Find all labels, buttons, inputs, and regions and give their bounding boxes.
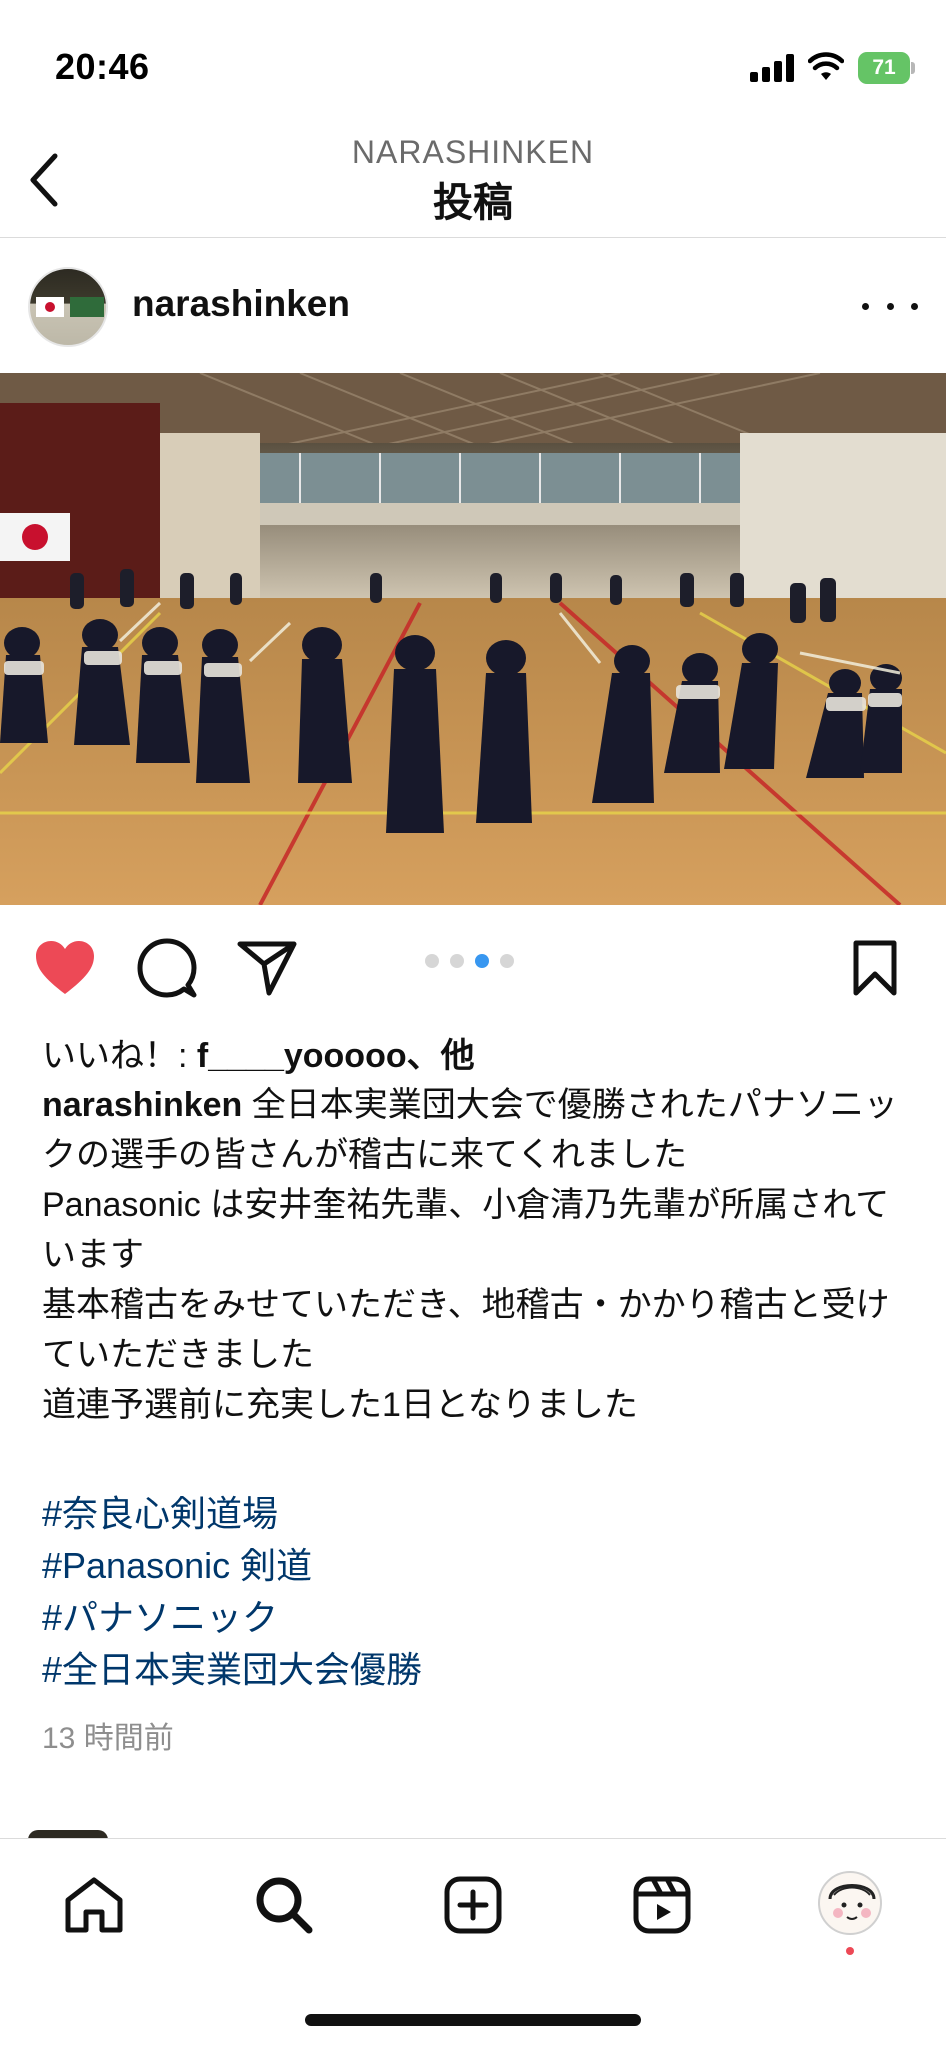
plus-square-icon [444, 1876, 502, 1934]
send-icon [237, 941, 297, 996]
hashtag-link[interactable]: #奈良心剣道場 [42, 1488, 422, 1540]
tab-create[interactable] [433, 1865, 513, 1945]
post-author-row: narashinken [0, 239, 946, 373]
home-icon [65, 1877, 123, 1933]
wifi-icon [808, 52, 844, 80]
carousel-indicator [425, 954, 514, 968]
caption-username[interactable]: narashinken [42, 1086, 242, 1124]
more-options-button[interactable] [862, 291, 918, 321]
comment-button[interactable] [134, 935, 200, 1001]
battery-indicator: 71 [858, 52, 916, 84]
author-username[interactable]: narashinken [132, 283, 350, 325]
more-horizontal-icon [862, 302, 869, 310]
reels-icon [633, 1876, 691, 1934]
page-title: 投稿 [433, 181, 513, 225]
carousel-dot [500, 954, 514, 968]
heart-filled-icon [36, 941, 94, 994]
post-photo[interactable] [0, 373, 946, 905]
status-time: 20:46 [55, 46, 150, 87]
hashtag-link[interactable]: #全日本実業団大会優勝 [42, 1644, 422, 1696]
cellular-signal-icon [750, 54, 796, 82]
likes-prefix: いいね！: [42, 1037, 197, 1075]
bookmark-icon [853, 940, 897, 996]
search-icon [256, 1877, 313, 1934]
tab-reels[interactable] [622, 1865, 702, 1945]
likes-user[interactable]: f____yooooo [197, 1037, 407, 1075]
hashtag-list: #奈良心剣道場 #Panasonic 剣道 #パナソニック #全日本実業団大会優… [42, 1488, 422, 1696]
comment-icon [137, 938, 197, 998]
hashtag-link[interactable]: #Panasonic 剣道 [42, 1540, 422, 1592]
carousel-dot [450, 954, 464, 968]
battery-level: 71 [858, 52, 910, 84]
carousel-dot-active [475, 954, 489, 968]
share-button[interactable] [234, 935, 300, 1001]
like-button[interactable] [32, 935, 98, 1001]
tab-profile[interactable] [818, 1871, 882, 1935]
post-timestamp: 13 時間前 [42, 1722, 174, 1755]
likes-suffix[interactable]: 、他 [407, 1037, 475, 1075]
bottom-tab-bar [0, 1838, 946, 2048]
kendo-practice-photo [0, 373, 946, 905]
caption-line: 道連予選前に充実した1日となりました [42, 1386, 638, 1424]
author-avatar[interactable] [28, 267, 108, 347]
account-name-label: NARASHINKEN [351, 134, 595, 170]
tab-home[interactable] [54, 1865, 134, 1945]
post-caption: narashinken 全日本実業団大会で優勝されたパナソニックの選手の皆さんが… [42, 1080, 912, 1430]
post-header-bar: NARASHINKEN 投稿 [0, 120, 946, 238]
tab-search[interactable] [244, 1865, 324, 1945]
carousel-dot [425, 954, 439, 968]
home-indicator[interactable] [305, 2014, 641, 2026]
caption-line: 基本稽古をみせていただき、地稽古・かかり稽古と受けていただきました [42, 1286, 890, 1374]
hashtag-link[interactable]: #パナソニック [42, 1592, 422, 1644]
notification-dot [846, 1947, 854, 1955]
profile-avatar-icon [828, 1884, 876, 1920]
caption-line: Panasonic は安井奎祐先輩、小倉清乃先輩が所属されています [42, 1186, 890, 1274]
status-bar: 20:46 71 [0, 0, 946, 120]
likes-summary[interactable]: いいね！: f____yooooo、他 [42, 1028, 475, 1077]
save-button[interactable] [842, 935, 908, 1001]
